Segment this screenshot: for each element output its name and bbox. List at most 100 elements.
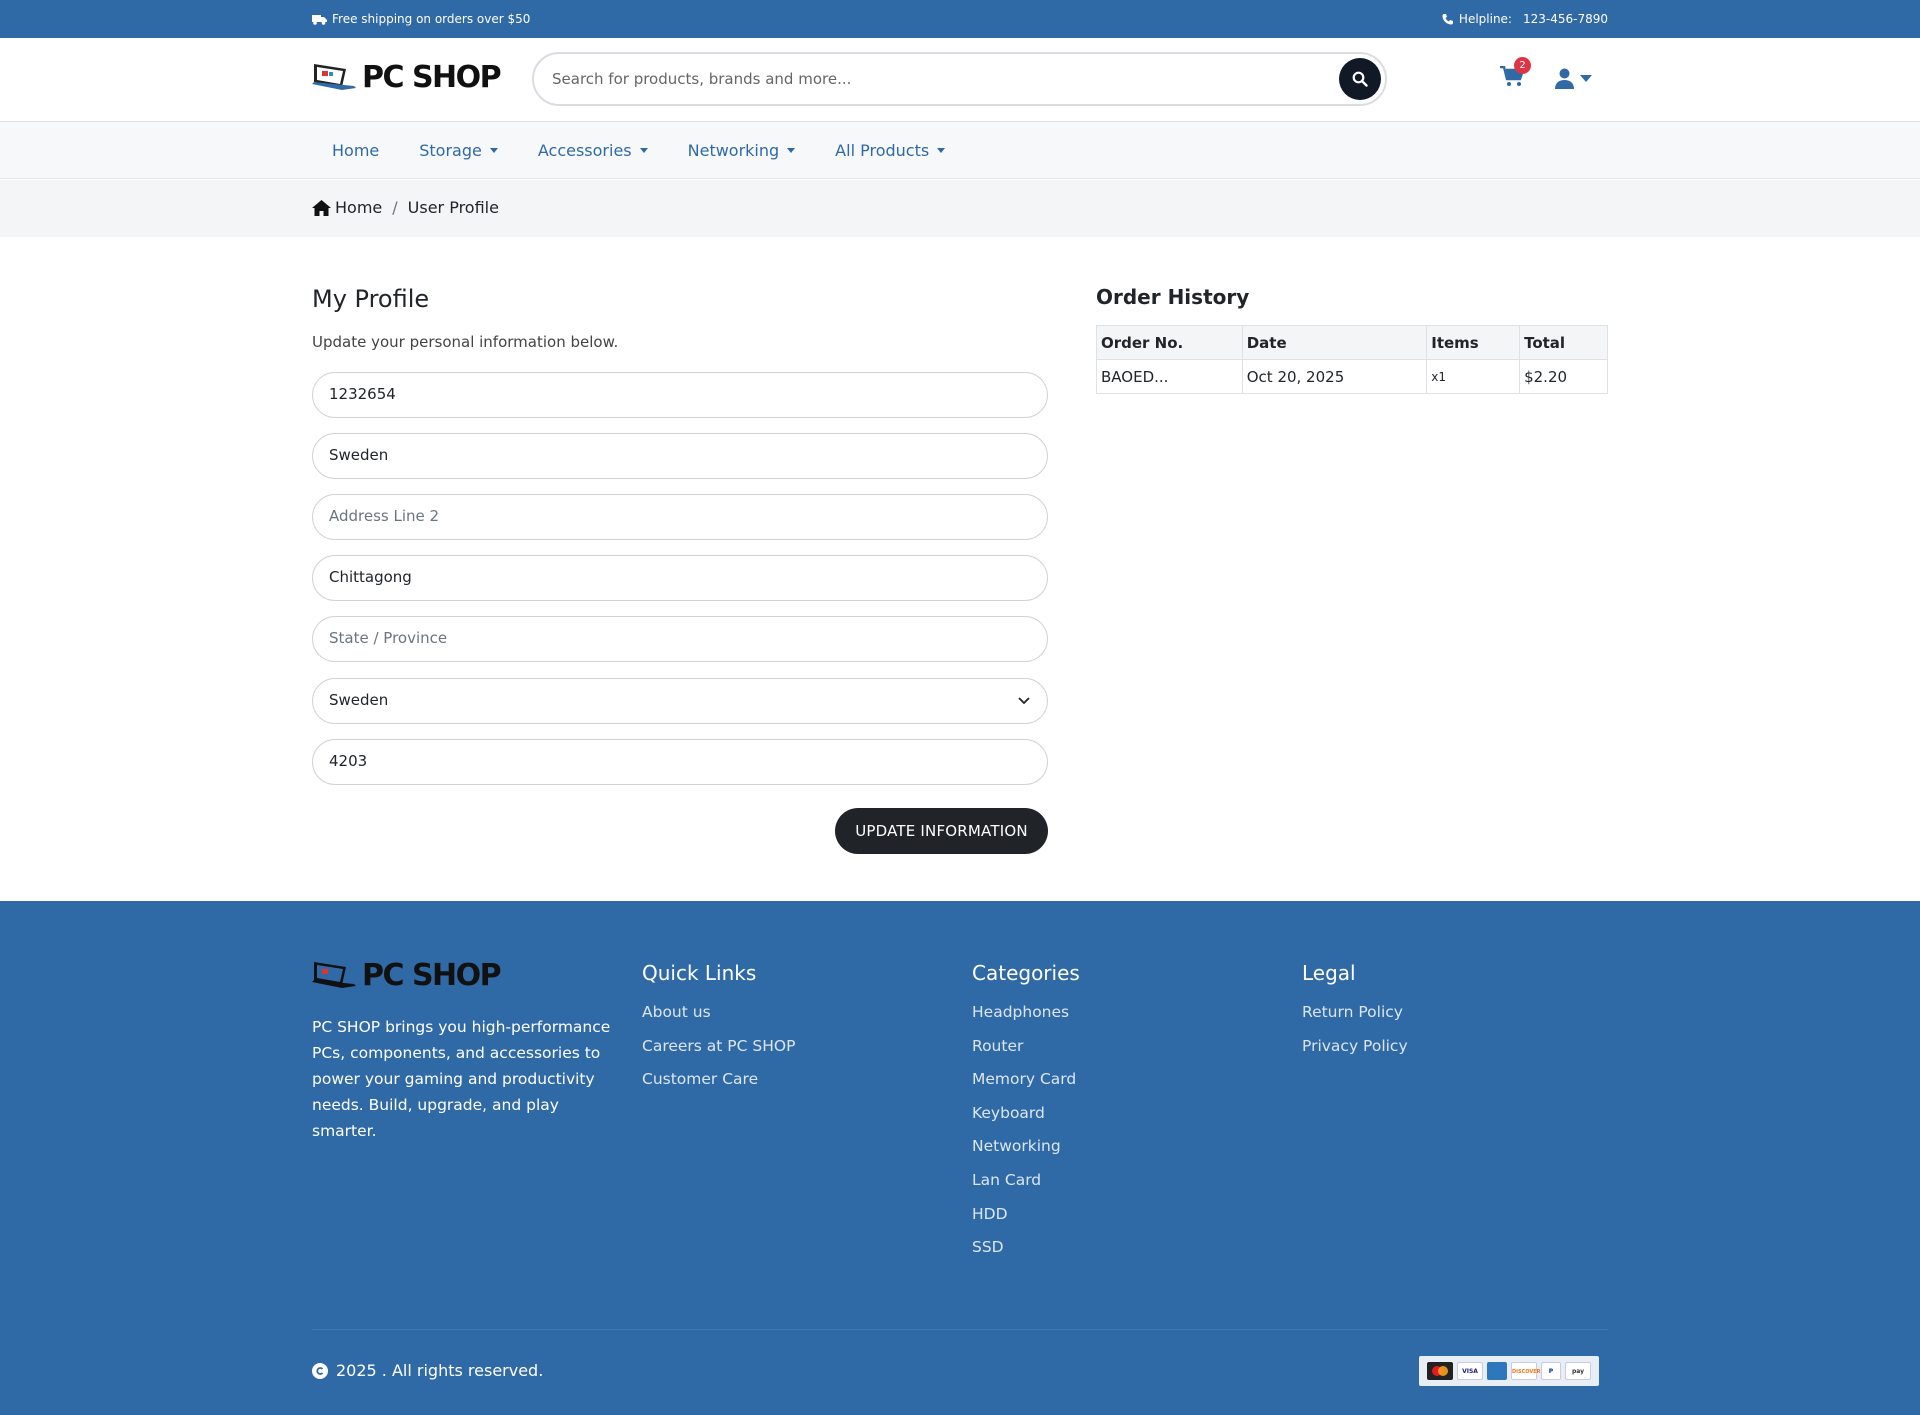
profile-title: My Profile <box>312 285 430 313</box>
footer: PC SHOP PC SHOP brings you high-performa… <box>0 901 1920 1415</box>
amex-icon <box>1487 1362 1507 1380</box>
user-menu[interactable] <box>1555 68 1592 89</box>
breadcrumb: Home / User Profile <box>312 198 499 217</box>
caret-down-icon <box>937 148 946 153</box>
visa-icon: VISA <box>1457 1362 1483 1380</box>
payment-methods: VISA DISCOVER P pay <box>1419 1356 1599 1386</box>
caret-down-icon <box>639 148 648 153</box>
breadcrumb-home[interactable]: Home <box>312 198 382 217</box>
helpline-label: Helpline: <box>1458 12 1512 26</box>
helpline: Helpline: 123-456-7890 <box>1442 12 1608 26</box>
home-icon <box>312 199 331 216</box>
nav-all-products-label: All Products <box>835 141 930 160</box>
search-bar <box>532 52 1387 106</box>
brand-logo[interactable]: PC SHOP <box>312 60 502 95</box>
footer-description: PC SHOP brings you high-performance PCs,… <box>312 1018 611 1140</box>
footer-link[interactable]: Return Policy <box>1302 1003 1408 1037</box>
postal-code-input[interactable] <box>329 752 1009 770</box>
copyright-icon <box>312 1362 328 1379</box>
city-field <box>312 555 1048 601</box>
caret-down-icon <box>489 148 498 153</box>
footer-link[interactable]: SSD <box>972 1238 1080 1272</box>
pay-icon: pay <box>1565 1362 1591 1380</box>
search-input[interactable] <box>552 66 1312 92</box>
order-history-title: Order History <box>1096 285 1250 309</box>
nav-storage[interactable]: Storage <box>399 141 518 160</box>
caret-down-icon <box>787 148 796 153</box>
address-line2-field <box>312 494 1048 540</box>
column-header: Order No. <box>1096 325 1243 360</box>
address-line2-input[interactable] <box>329 507 1009 525</box>
mastercard-icon <box>1427 1362 1453 1380</box>
categories-title: Categories <box>972 961 1080 985</box>
nav-networking-label: Networking <box>687 141 780 160</box>
nav-accessories-label: Accessories <box>537 141 632 160</box>
order-number[interactable]: BAOED... <box>1096 359 1243 394</box>
truck-icon <box>312 14 327 25</box>
helpline-phone[interactable]: 123-456-7890 <box>1523 12 1608 26</box>
nav-all-products[interactable]: All Products <box>815 141 965 160</box>
header: PC SHOP 2 <box>0 38 1920 122</box>
postal-code-field <box>312 739 1048 785</box>
nav-accessories[interactable]: Accessories <box>518 141 668 160</box>
legal-title: Legal <box>1302 961 1356 985</box>
quick-links-column: Quick Links About us Careers at PC SHOP … <box>642 961 795 1104</box>
main-nav: Home Storage Accessories Networking All … <box>0 122 1920 179</box>
order-date: Oct 20, 2025 <box>1241 359 1428 394</box>
nav-home-label: Home <box>332 141 380 160</box>
cart-button[interactable]: 2 <box>1500 57 1531 94</box>
nav-networking[interactable]: Networking <box>668 141 816 160</box>
footer-brand-logo[interactable]: PC SHOP <box>312 958 502 993</box>
phone-input[interactable] <box>329 385 1009 403</box>
discover-icon: DISCOVER <box>1511 1362 1541 1380</box>
footer-link[interactable]: Memory Card <box>972 1070 1080 1104</box>
brand-name: PC SHOP <box>362 60 502 95</box>
order-total: $2.20 <box>1519 359 1608 394</box>
profile-subtitle: Update your personal information below. <box>312 333 619 351</box>
footer-link[interactable]: Networking <box>972 1137 1080 1171</box>
laptop-logo-icon <box>312 961 356 988</box>
footer-link[interactable]: HDD <box>972 1205 1080 1239</box>
country-select-value: Sweden <box>329 691 389 709</box>
phone-field <box>312 372 1048 418</box>
breadcrumb-bar: Home / User Profile <box>0 180 1920 237</box>
cart-count-badge: 2 <box>1514 57 1531 74</box>
table-row[interactable]: BAOED... Oct 20, 2025 x1 $2.20 <box>1096 359 1608 394</box>
state-input[interactable] <box>329 629 1009 647</box>
city-input[interactable] <box>329 568 1009 586</box>
footer-link[interactable]: Lan Card <box>972 1171 1080 1205</box>
phone-icon <box>1442 14 1453 25</box>
column-header: Items <box>1426 325 1521 360</box>
footer-brand-name: PC SHOP <box>362 958 502 993</box>
chevron-down-icon <box>1580 75 1592 82</box>
footer-link[interactable]: About us <box>642 1003 795 1037</box>
footer-link[interactable]: Careers at PC SHOP <box>642 1037 795 1071</box>
state-field <box>312 616 1048 662</box>
shipping-notice: Free shipping on orders over $50 <box>312 12 530 26</box>
footer-link[interactable]: Privacy Policy <box>1302 1037 1408 1071</box>
footer-link[interactable]: Router <box>972 1037 1080 1071</box>
table-header-row: Order No. Date Items Total <box>1096 325 1608 360</box>
footer-link[interactable]: Headphones <box>972 1003 1080 1037</box>
user-icon <box>1555 68 1574 89</box>
order-items: x1 <box>1426 359 1521 394</box>
search-icon <box>1352 71 1368 87</box>
nav-storage-label: Storage <box>419 141 482 160</box>
copyright-text: 2025 . All rights reserved. <box>336 1361 544 1380</box>
breadcrumb-current: User Profile <box>407 198 499 217</box>
country-select[interactable]: Sweden <box>312 678 1048 724</box>
footer-link[interactable]: Keyboard <box>972 1104 1080 1138</box>
footer-link[interactable]: Customer Care <box>642 1070 795 1104</box>
address-line1-input[interactable] <box>329 446 1009 464</box>
top-bar: Free shipping on orders over $50 Helplin… <box>0 0 1920 38</box>
nav-home[interactable]: Home <box>312 141 399 160</box>
update-information-button[interactable]: UPDATE INFORMATION <box>835 808 1048 854</box>
address-line1-field <box>312 433 1048 479</box>
paypal-icon: P <box>1541 1362 1561 1380</box>
search-button[interactable] <box>1339 58 1381 100</box>
categories-column: Categories Headphones Router Memory Card… <box>972 961 1080 1272</box>
legal-column: Legal Return Policy Privacy Policy <box>1302 961 1408 1070</box>
breadcrumb-home-label: Home <box>335 198 383 217</box>
order-history-table: Order No. Date Items Total BAOED... Oct … <box>1096 325 1608 394</box>
quick-links-title: Quick Links <box>642 961 757 985</box>
